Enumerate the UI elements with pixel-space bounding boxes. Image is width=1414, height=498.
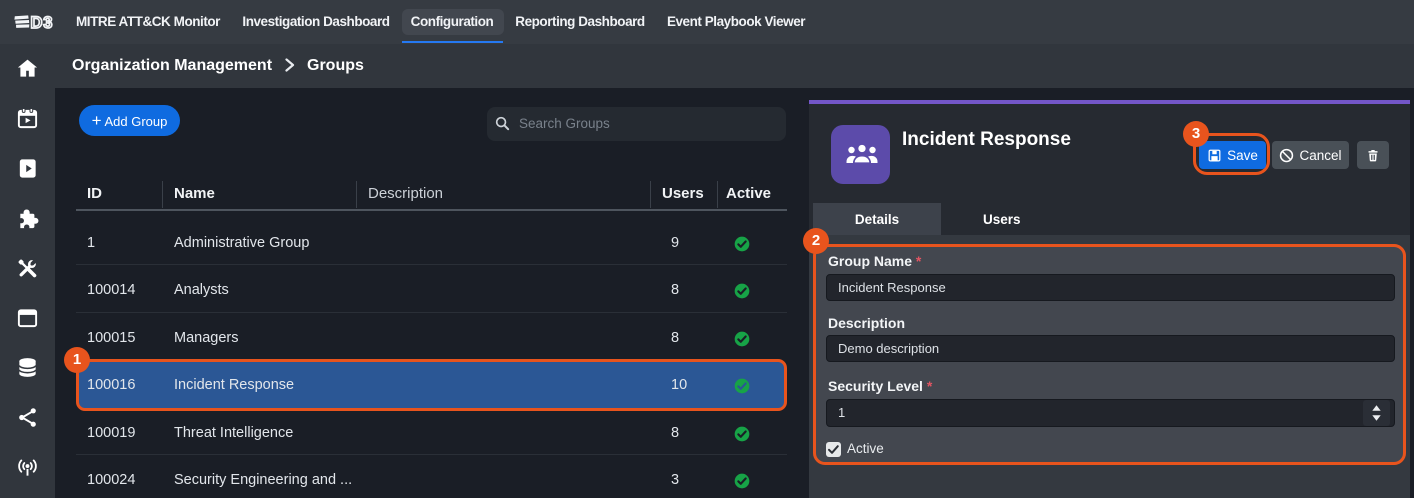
svg-text:D3: D3 xyxy=(31,14,54,32)
